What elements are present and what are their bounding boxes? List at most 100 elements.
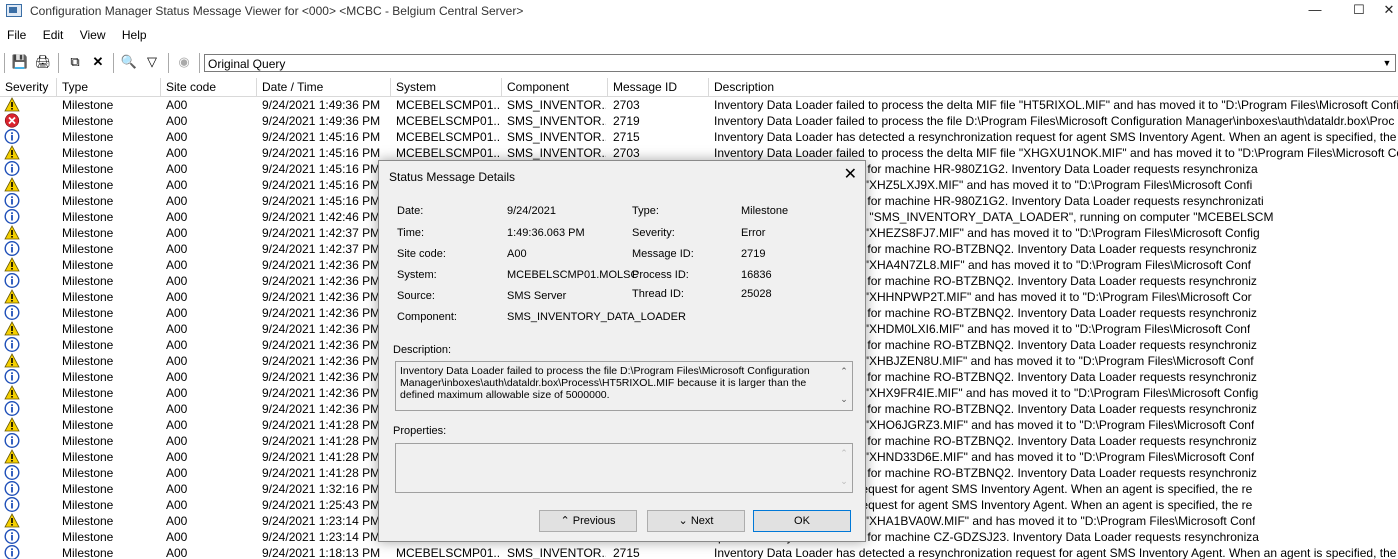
scroll-up-icon[interactable]: ⌃ [837, 448, 851, 459]
cell-type: Milestone [62, 306, 114, 320]
scroll-down-icon[interactable]: ⌄ [837, 394, 851, 405]
cell-site: A00 [166, 194, 188, 208]
cell-id: 2719 [613, 114, 640, 128]
cell-component: SMS_INVENTOR... [507, 130, 606, 144]
cell-type: Milestone [62, 226, 114, 240]
cell-time: 9/24/2021 1:42:36 PM [262, 354, 381, 368]
system-value: MCEBELSCMP01.MOLSC [507, 269, 639, 281]
cell-component: SMS_INVENTOR... [507, 546, 606, 559]
info-icon [4, 193, 20, 209]
scroll-down-icon[interactable]: ⌄ [837, 476, 851, 487]
cell-site: A00 [166, 130, 188, 144]
close-button[interactable]: ✕ [1380, 0, 1398, 22]
cell-site: A00 [166, 306, 188, 320]
column-header-site-code[interactable]: Site code [161, 78, 257, 96]
find-icon[interactable]: 🔍 [120, 53, 138, 71]
cell-type: Milestone [62, 546, 114, 559]
info-icon [4, 337, 20, 353]
column-header-description[interactable]: Description [709, 78, 1398, 96]
chevron-down-icon[interactable]: ▼ [1379, 55, 1395, 71]
cell-site: A00 [166, 370, 188, 384]
copy-icon[interactable]: ⧉ [66, 53, 84, 71]
cell-time: 9/24/2021 1:42:36 PM [262, 306, 381, 320]
cell-component: SMS_INVENTOR... [507, 114, 606, 128]
cell-id: 2715 [613, 130, 640, 144]
cell-desc: Inventory Data Loader failed to process … [714, 98, 1398, 112]
date-value: 9/24/2021 [507, 205, 556, 217]
type-label: Type: [632, 205, 659, 217]
scroll-up-icon[interactable]: ⌃ [837, 366, 851, 377]
column-header-type[interactable]: Type [57, 78, 161, 96]
cell-desc: Inventory Data Loader failed to process … [714, 146, 1398, 160]
description-text: Inventory Data Loader failed to process … [400, 365, 810, 401]
warning-icon [4, 321, 20, 337]
cell-type: Milestone [62, 130, 114, 144]
column-header-severity[interactable]: Severity [0, 78, 57, 96]
cell-site: A00 [166, 274, 188, 288]
maximize-button[interactable]: ☐ [1336, 0, 1382, 22]
description-textbox[interactable]: Inventory Data Loader failed to process … [395, 361, 853, 411]
warning-icon [4, 513, 20, 529]
site-code-label: Site code: [397, 248, 446, 260]
cell-system: MCEBELSCMP01... [396, 114, 500, 128]
thread-id-label: Thread ID: [632, 288, 684, 300]
column-header-message-id[interactable]: Message ID [608, 78, 709, 96]
delete-icon[interactable]: ✕ [89, 53, 107, 71]
previous-button[interactable]: ⌃ Previous [539, 510, 637, 532]
cell-type: Milestone [62, 450, 114, 464]
info-icon [4, 161, 20, 177]
app-icon [6, 4, 22, 17]
component-value: SMS_INVENTORY_DATA_LOADER [507, 311, 686, 323]
filter-icon[interactable]: ▽ [143, 53, 161, 71]
info-icon [4, 241, 20, 257]
table-row[interactable]: Milestone A00 9/24/2021 1:18:13 PM MCEBELSC… [0, 545, 1398, 559]
cell-site: A00 [166, 498, 188, 512]
column-header-date-time[interactable]: Date / Time [257, 78, 391, 96]
cell-type: Milestone [62, 290, 114, 304]
cell-type: Milestone [62, 338, 114, 352]
cell-type: Milestone [62, 514, 114, 528]
menu-edit[interactable]: Edit [37, 26, 70, 44]
info-icon [4, 545, 20, 559]
stop-icon[interactable]: ◉ [175, 53, 193, 71]
ok-button[interactable]: OK [753, 510, 851, 532]
menu-view[interactable]: View [74, 26, 112, 44]
site-code-value: A00 [507, 248, 527, 260]
info-icon [4, 209, 20, 225]
cell-id: 2715 [613, 546, 640, 559]
column-header-component[interactable]: Component [502, 78, 608, 96]
save-icon[interactable]: 💾 [11, 53, 29, 71]
cell-time: 9/24/2021 1:45:16 PM [262, 146, 381, 160]
cell-desc: Inventory Data Loader has detected a res… [714, 130, 1398, 144]
table-row[interactable]: Milestone A00 9/24/2021 1:45:16 PM MCEBELSC… [0, 129, 1398, 145]
menu-file[interactable]: File [1, 26, 32, 44]
cell-time: 9/24/2021 1:42:36 PM [262, 322, 381, 336]
menu-help[interactable]: Help [116, 26, 153, 44]
cell-time: 9/24/2021 1:42:36 PM [262, 402, 381, 416]
cell-site: A00 [166, 466, 188, 480]
error-icon [4, 113, 20, 129]
next-button[interactable]: ⌄ Next [647, 510, 745, 532]
cell-system: MCEBELSCMP01... [396, 130, 500, 144]
properties-textbox[interactable]: ⌃ ⌄ [395, 443, 853, 493]
cell-type: Milestone [62, 146, 114, 160]
table-row[interactable]: Milestone A00 9/24/2021 1:49:36 PM MCEBELSC… [0, 113, 1398, 129]
type-value: Milestone [741, 205, 789, 217]
column-header-system[interactable]: System [391, 78, 502, 96]
toolbar-separator [168, 53, 169, 73]
cell-site: A00 [166, 162, 188, 176]
query-select[interactable]: Original Query ▼ [204, 54, 1396, 72]
cell-time: 9/24/2021 1:45:16 PM [262, 194, 381, 208]
cell-system: MCEBELSCMP01... [396, 98, 500, 112]
table-row[interactable]: Milestone A00 9/24/2021 1:45:16 PM MCEBELSC… [0, 145, 1398, 161]
print-icon[interactable]: 🖨 [34, 53, 52, 71]
cell-type: Milestone [62, 242, 114, 256]
process-id-value: 16836 [741, 269, 772, 281]
close-icon[interactable]: ✕ [844, 167, 857, 183]
cell-time: 9/24/2021 1:41:28 PM [262, 434, 381, 448]
cell-type: Milestone [62, 434, 114, 448]
toolbar-separator [113, 53, 114, 73]
cell-time: 9/24/2021 1:42:37 PM [262, 242, 381, 256]
table-row[interactable]: Milestone A00 9/24/2021 1:49:36 PM MCEBELSC… [0, 97, 1398, 113]
minimize-button[interactable]: — [1292, 0, 1338, 22]
